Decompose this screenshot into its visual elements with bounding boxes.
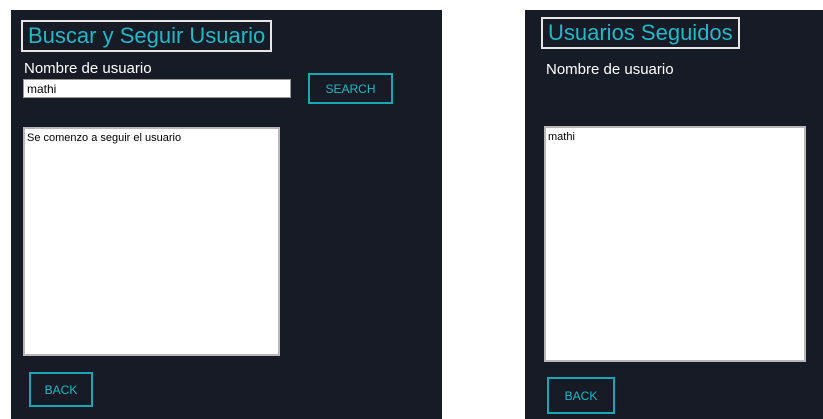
back-button[interactable]: BACK <box>29 372 93 407</box>
search-panel-title: Buscar y Seguir Usuario <box>21 20 273 52</box>
search-results-list[interactable]: Se comenzo a seguir el usuario <box>23 127 280 356</box>
followed-users-panel: Usuarios Seguidos Nombre de usuario math… <box>525 10 823 419</box>
search-follow-panel: Buscar y Seguir Usuario Nombre de usuari… <box>11 10 442 419</box>
search-button[interactable]: SEARCH <box>308 73 393 104</box>
list-item[interactable]: Se comenzo a seguir el usuario <box>27 132 276 145</box>
username-label: Nombre de usuario <box>24 60 152 77</box>
username-search-input[interactable] <box>23 79 291 98</box>
list-item[interactable]: mathi <box>548 131 802 144</box>
followed-users-list[interactable]: mathi <box>544 126 806 362</box>
followed-back-button[interactable]: BACK <box>547 377 615 414</box>
followed-username-label: Nombre de usuario <box>546 61 674 78</box>
followed-panel-title: Usuarios Seguidos <box>541 17 740 49</box>
